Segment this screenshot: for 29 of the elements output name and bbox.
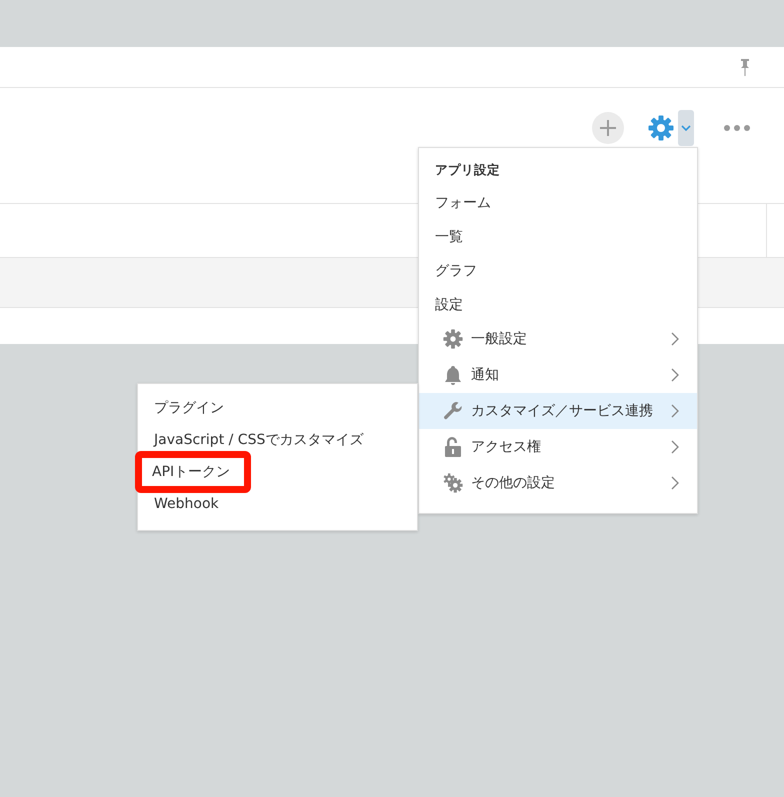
- chevron-right-icon: [671, 404, 679, 418]
- gear-icon: [443, 329, 463, 349]
- menu-item[interactable]: アクセス権: [419, 429, 697, 465]
- menu-item[interactable]: カスタマイズ／サービス連携: [419, 393, 697, 429]
- menu-heading: アプリ設定: [434, 161, 501, 179]
- menu-item[interactable]: 一般設定: [419, 321, 697, 357]
- chevron-right-icon: [671, 368, 679, 382]
- section-label: 設定: [434, 296, 464, 315]
- menu-item[interactable]: 一覧: [419, 221, 697, 253]
- bell-icon: [443, 365, 463, 385]
- menu-item[interactable]: APIトークン: [135, 451, 252, 493]
- pin-icon[interactable]: [740, 58, 750, 76]
- menu-item[interactable]: プラグイン: [138, 392, 240, 424]
- more-icon[interactable]: [724, 125, 750, 131]
- unlocked-padlock-icon: [443, 436, 463, 458]
- menu-item[interactable]: その他の設定: [419, 465, 697, 501]
- dropdown-button[interactable]: [678, 110, 694, 146]
- chevron-right-icon: [671, 332, 679, 346]
- wrench-icon: [443, 401, 463, 421]
- settings-icon[interactable]: [648, 115, 674, 141]
- chevron-right-icon: [671, 440, 679, 454]
- menu-item[interactable]: フォーム: [419, 187, 697, 219]
- gears-icon: [443, 473, 463, 493]
- chevron-right-icon: [671, 476, 679, 490]
- add-button[interactable]: [592, 112, 624, 144]
- menu-item[interactable]: 通知: [419, 357, 697, 393]
- caret-icon: [681, 125, 691, 131]
- plus-icon: [598, 118, 618, 138]
- menu-item[interactable]: グラフ: [419, 255, 697, 287]
